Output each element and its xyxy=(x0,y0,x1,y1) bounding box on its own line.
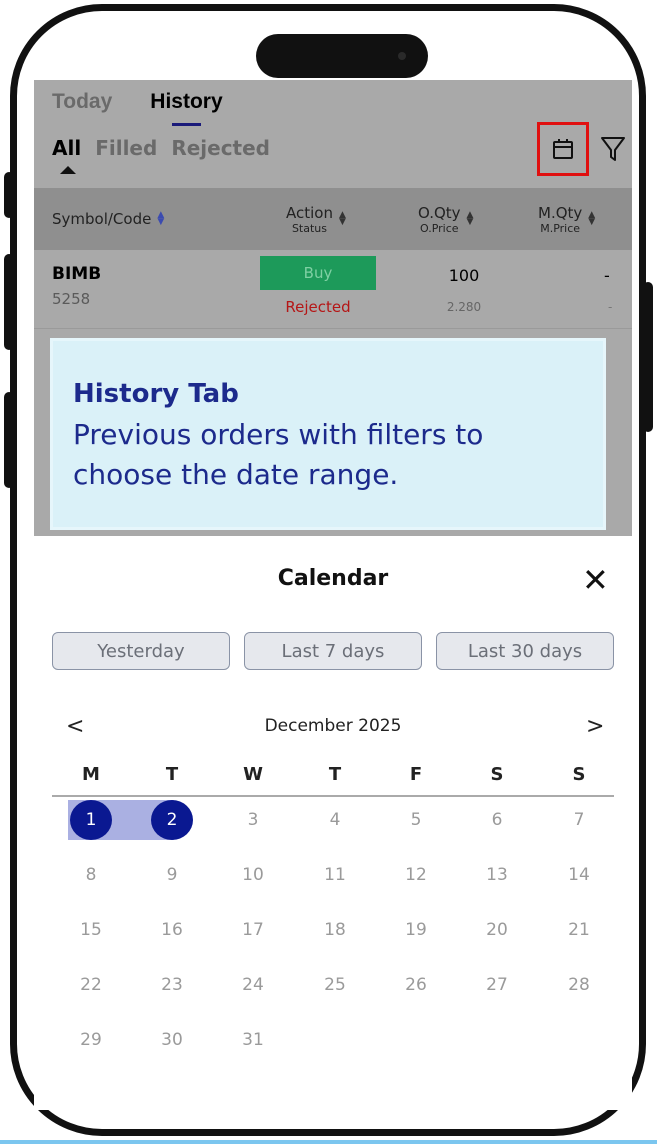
status-tabs: All Filled Rejected xyxy=(52,136,270,174)
calendar-day-9[interactable]: 9 xyxy=(147,855,197,895)
calendar-day-20[interactable]: 20 xyxy=(472,910,522,950)
calendar-day-17[interactable]: 17 xyxy=(228,910,278,950)
calendar-day-19[interactable]: 19 xyxy=(391,910,441,950)
calendar-day-13[interactable]: 13 xyxy=(472,855,522,895)
sort-icon: ▲ ▼ xyxy=(466,210,474,227)
calendar-sheet: Calendar ✕ Yesterday Last 7 days Last 30… xyxy=(34,536,632,1110)
sort-icon: ▲ ▼ xyxy=(588,210,596,227)
dynamic-island xyxy=(256,34,428,78)
calendar-button[interactable] xyxy=(537,122,589,176)
tutorial-callout: History Tab Previous orders with filters… xyxy=(50,338,606,530)
calendar-day-3[interactable]: 3 xyxy=(228,800,278,840)
calendar-day-27[interactable]: 27 xyxy=(472,965,522,1005)
callout-body: Previous orders with filters to choose t… xyxy=(73,418,484,491)
close-icon[interactable]: ✕ xyxy=(582,564,609,596)
status-badge: Rejected xyxy=(285,298,351,316)
weekday-label: M xyxy=(82,764,100,785)
stock-code: 5258 xyxy=(52,290,91,308)
calendar-day-4[interactable]: 4 xyxy=(310,800,360,840)
calendar-day-15[interactable]: 15 xyxy=(66,910,116,950)
calendar-day-5[interactable]: 5 xyxy=(391,800,441,840)
calendar-day-31[interactable]: 31 xyxy=(228,1020,278,1060)
tab-history[interactable]: History xyxy=(150,90,223,126)
calendar-day-10[interactable]: 10 xyxy=(228,855,278,895)
calendar-day-8[interactable]: 8 xyxy=(66,855,116,895)
order-price: 2.280 xyxy=(446,300,482,314)
col-mqty[interactable]: M.Qty M.Price ▲ ▼ xyxy=(538,188,595,250)
symbol: BIMB xyxy=(52,264,102,284)
month-navigation: < December 2025 > xyxy=(34,714,632,744)
main-tabs: Today History xyxy=(52,90,223,126)
sort-icon: ▲ ▼ xyxy=(157,210,165,227)
calendar-day-30[interactable]: 30 xyxy=(147,1020,197,1060)
order-qty: 100 xyxy=(448,266,480,285)
weekday-label: S xyxy=(490,764,504,785)
calendar-day-14[interactable]: 14 xyxy=(554,855,604,895)
yesterday-button[interactable]: Yesterday xyxy=(52,632,230,670)
subtab-filled[interactable]: Filled xyxy=(95,136,157,160)
calendar-icon xyxy=(553,139,573,159)
matched-qty: - xyxy=(604,266,610,285)
subtab-rejected[interactable]: Rejected xyxy=(171,136,270,160)
calendar-day-26[interactable]: 26 xyxy=(391,965,441,1005)
calendar-day-7[interactable]: 7 xyxy=(554,800,604,840)
sheet-title: Calendar xyxy=(277,566,389,591)
calendar-day-18[interactable]: 18 xyxy=(310,910,360,950)
callout-title: History Tab xyxy=(73,379,239,409)
calendar-day-21[interactable]: 21 xyxy=(554,910,604,950)
orders-table-header: Symbol/Code ▲ ▼ Action Status ▲ ▼ O.Qty O.Pr… xyxy=(34,188,632,250)
weekday-label: S xyxy=(572,764,586,785)
chevron-right-icon[interactable]: > xyxy=(586,714,604,739)
weekday-label: T xyxy=(165,764,179,785)
month-label: December 2025 xyxy=(264,716,402,736)
calendar-day-6[interactable]: 6 xyxy=(472,800,522,840)
sort-icon: ▲ ▼ xyxy=(338,210,346,227)
col-oqty[interactable]: O.Qty O.Price ▲ ▼ xyxy=(418,188,473,250)
calendar-day-16[interactable]: 16 xyxy=(147,910,197,950)
action-badge: Buy xyxy=(260,256,376,290)
calendar-day-23[interactable]: 23 xyxy=(147,965,197,1005)
calendar-day-12[interactable]: 12 xyxy=(391,855,441,895)
calendar-day-22[interactable]: 22 xyxy=(66,965,116,1005)
table-row[interactable]: BIMB 5258 Buy Rejected 100 2.280 - - xyxy=(34,252,632,329)
tab-today[interactable]: Today xyxy=(52,90,112,114)
weekday-divider xyxy=(52,795,614,797)
weekday-label: T xyxy=(328,764,342,785)
weekday-label: W xyxy=(243,764,263,785)
dimmed-background: Today History All Filled Rejected Symbol… xyxy=(34,80,632,536)
col-action[interactable]: Action Status ▲ ▼ xyxy=(286,188,346,250)
app-screen: Today History All Filled Rejected Symbol… xyxy=(34,80,632,1110)
calendar-day-1[interactable]: 1 xyxy=(66,800,116,840)
last-30-days-button[interactable]: Last 30 days xyxy=(436,632,614,670)
calendar-day-11[interactable]: 11 xyxy=(310,855,360,895)
col-symbol[interactable]: Symbol/Code ▲ ▼ xyxy=(52,188,164,250)
weekday-label: F xyxy=(409,764,423,785)
last-7-days-button[interactable]: Last 7 days xyxy=(244,632,422,670)
calendar-day-2[interactable]: 2 xyxy=(147,800,197,840)
calendar-day-24[interactable]: 24 xyxy=(228,965,278,1005)
bottom-accent-line xyxy=(0,1140,657,1144)
calendar-day-29[interactable]: 29 xyxy=(66,1020,116,1060)
matched-price: - xyxy=(608,300,613,314)
calendar-day-28[interactable]: 28 xyxy=(554,965,604,1005)
calendar-day-25[interactable]: 25 xyxy=(310,965,360,1005)
camera xyxy=(398,52,406,60)
filter-icon[interactable] xyxy=(599,134,627,164)
subtab-all[interactable]: All xyxy=(52,136,81,174)
